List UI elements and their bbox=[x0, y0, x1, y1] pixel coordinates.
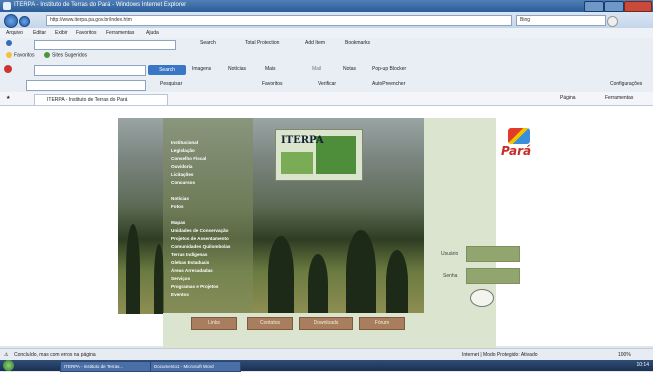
window-title: ITERPA - Instituto de Terras do Pará - W… bbox=[14, 2, 187, 8]
menu-item[interactable]: Institucional bbox=[171, 140, 198, 145]
browser-icon bbox=[3, 2, 11, 10]
status-text: Concluído, mas com erros na página bbox=[14, 352, 96, 358]
tab-label: ITERPA - Instituto de Terras do Pará bbox=[47, 97, 128, 103]
zoom-level[interactable]: 100% bbox=[618, 352, 631, 358]
para-state-logo: Pará bbox=[496, 126, 546, 166]
menu-editar[interactable]: Editar bbox=[33, 30, 46, 36]
toolbar2-logo bbox=[4, 65, 14, 73]
menu-item[interactable]: Comunidades Quilombolas bbox=[171, 244, 230, 249]
address-url: http://www.iterpa.pa.gov.br/index.htm bbox=[50, 17, 132, 23]
zone-text[interactable]: Internet | Modo Protegido: Ativado bbox=[462, 352, 538, 358]
bottom-button-bar: Links Contatos Downloads Fórum bbox=[163, 313, 424, 350]
minimize-button[interactable] bbox=[584, 1, 604, 12]
user-input[interactable] bbox=[466, 246, 520, 262]
search-input[interactable]: Bing bbox=[516, 15, 606, 26]
start-button[interactable] bbox=[3, 360, 14, 371]
iterpa-logo[interactable]: ITERPA bbox=[275, 129, 363, 181]
links-button[interactable]: Links bbox=[191, 317, 237, 330]
toolbar2-mail[interactable]: Mail bbox=[312, 66, 321, 72]
favorites-item[interactable]: Favoritos bbox=[6, 52, 35, 58]
contacts-button[interactable]: Contatos bbox=[247, 317, 293, 330]
toolbar3-settings[interactable]: Configurações bbox=[610, 81, 642, 87]
user-label: Usuário bbox=[441, 251, 459, 257]
toolbar3-verify[interactable]: Verificar bbox=[318, 81, 336, 87]
menu-exibir[interactable]: Exibir bbox=[55, 30, 68, 36]
favorites-star-icon[interactable]: ★ bbox=[6, 95, 10, 101]
search-placeholder: Bing bbox=[520, 17, 531, 23]
toolbar3-autofill[interactable]: AutoPreencher bbox=[372, 81, 405, 87]
menu-item[interactable]: Fotos bbox=[171, 204, 184, 209]
toolbar2-search-button[interactable]: Search bbox=[148, 65, 186, 75]
menu-item[interactable]: Projetos de Assentamento bbox=[171, 236, 229, 241]
toolbar-search: Search Total Protection Add Item Bookmar… bbox=[0, 38, 653, 52]
toolbar2-more[interactable]: Mais bbox=[265, 66, 276, 72]
password-label: Senha bbox=[443, 273, 458, 279]
toolbar3-favorites[interactable]: Favoritos bbox=[262, 81, 283, 87]
back-button[interactable] bbox=[4, 14, 18, 28]
menu-item[interactable]: Concursos bbox=[171, 180, 195, 185]
toolbar2-popup-blocker[interactable]: Pop-up Blocker bbox=[372, 66, 406, 72]
toolbar-add-item[interactable]: Add Item bbox=[305, 40, 325, 46]
menu-ferramentas[interactable]: Ferramentas bbox=[106, 30, 134, 36]
menu-item[interactable]: Conselho Fiscal bbox=[171, 156, 206, 161]
toolbar2-news[interactable]: Notícias bbox=[228, 66, 246, 72]
menu-item[interactable]: Áreas Arrecadadas bbox=[171, 268, 213, 273]
captcha-image bbox=[470, 289, 494, 307]
warning-icon[interactable]: ⚠ bbox=[4, 352, 8, 358]
login-panel bbox=[424, 118, 496, 350]
maximize-button[interactable] bbox=[604, 1, 624, 12]
suggested-sites-item[interactable]: Sites Sugeridos bbox=[44, 52, 87, 58]
para-logo-text: Pará bbox=[501, 144, 532, 158]
forum-button[interactable]: Fórum bbox=[359, 317, 405, 330]
toolbar2-notes[interactable]: Notas bbox=[343, 66, 356, 72]
toolbar-search-input[interactable] bbox=[34, 40, 176, 50]
para-emblem-icon bbox=[508, 128, 530, 144]
window-titlebar: ITERPA - Instituto de Terras do Pará - W… bbox=[0, 0, 653, 12]
menu-item[interactable]: Unidades de Conservação bbox=[171, 228, 228, 233]
menu-item[interactable]: Licitações bbox=[171, 172, 193, 177]
menu-item[interactable]: Serviços bbox=[171, 276, 190, 281]
menu-favoritos[interactable]: Favoritos bbox=[76, 30, 97, 36]
tab-iterpa[interactable]: ITERPA - Instituto de Terras do Pará bbox=[34, 94, 168, 105]
menu-item[interactable]: Programas e Projetos bbox=[171, 284, 219, 289]
menu-ajuda[interactable]: Ajuda bbox=[146, 30, 159, 36]
task-word[interactable]: Documento1 - Microsoft Word bbox=[150, 361, 241, 372]
menu-item[interactable]: Glebas Estaduais bbox=[171, 260, 209, 265]
clock: 10:14 bbox=[636, 362, 649, 368]
search-icon[interactable] bbox=[607, 16, 618, 27]
forward-button[interactable] bbox=[19, 16, 30, 27]
menu-bar: Arquivo Editar Exibir Favoritos Ferramen… bbox=[0, 28, 653, 38]
task-browser[interactable]: ITERPA - Instituto de Terras... bbox=[60, 361, 151, 372]
menu-item[interactable]: Notícias bbox=[171, 196, 189, 201]
menu-item[interactable]: Mapas bbox=[171, 220, 185, 225]
menu-item[interactable]: Legislação bbox=[171, 148, 195, 153]
toolbar-logo bbox=[6, 40, 14, 46]
page-menu[interactable]: Página bbox=[560, 95, 576, 101]
toolbar-search-2: Search Imagens Notícias Mais Mail Notas … bbox=[0, 62, 653, 79]
menu-item[interactable]: Terras Indígenas bbox=[171, 252, 207, 257]
downloads-button[interactable]: Downloads bbox=[299, 317, 353, 330]
password-input[interactable] bbox=[466, 268, 520, 284]
logo-text: ITERPA bbox=[281, 135, 324, 146]
address-bar[interactable]: http://www.iterpa.pa.gov.br/index.htm bbox=[46, 15, 512, 26]
tools-menu[interactable]: Ferramentas bbox=[605, 95, 633, 101]
menu-item[interactable]: Eventos bbox=[171, 292, 189, 297]
toolbar-bookmarks[interactable]: Bookmarks bbox=[345, 40, 370, 46]
toolbar3-input[interactable] bbox=[26, 80, 146, 91]
toolbar-protection[interactable]: Total Protection bbox=[245, 40, 279, 46]
toolbar-search-button[interactable]: Search bbox=[200, 40, 216, 46]
map-graphic-small bbox=[281, 152, 313, 174]
taskbar: ITERPA - Instituto de Terras... Document… bbox=[0, 360, 653, 372]
toolbar-tools: Pesquisar Favoritos Verificar AutoPreenc… bbox=[0, 78, 653, 93]
close-button[interactable] bbox=[624, 1, 652, 12]
toolbar2-images[interactable]: Imagens bbox=[192, 66, 211, 72]
tab-row: ★ ITERPA - Instituto de Terras do Pará P… bbox=[0, 92, 653, 106]
toolbar3-search[interactable]: Pesquisar bbox=[160, 81, 182, 87]
address-row: http://www.iterpa.pa.gov.br/index.htm Bi… bbox=[0, 12, 653, 28]
menu-arquivo[interactable]: Arquivo bbox=[6, 30, 23, 36]
toolbar2-search-input[interactable] bbox=[34, 65, 146, 76]
menu-item[interactable]: Ouvidoria bbox=[171, 164, 192, 169]
